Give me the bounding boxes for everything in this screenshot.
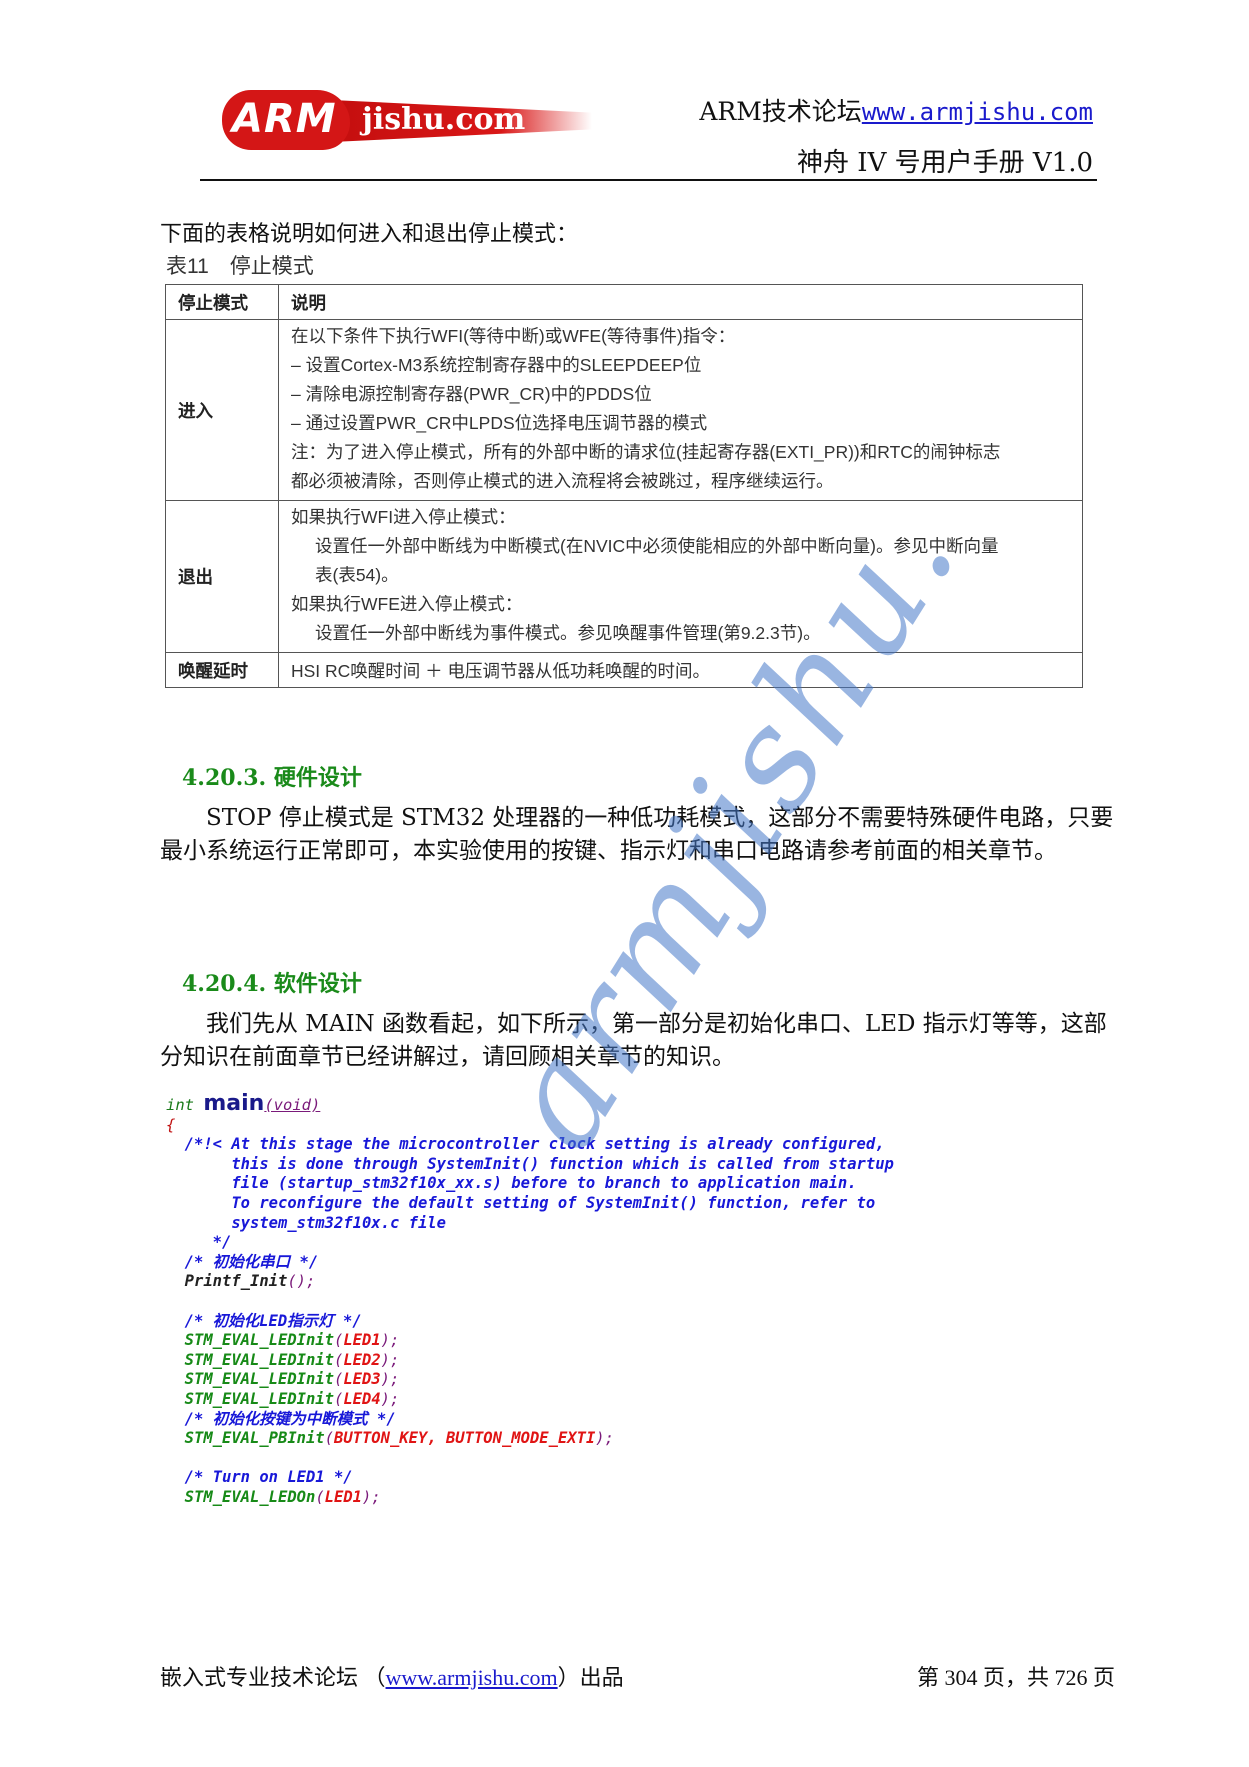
code-led-init: STM_EVAL_LEDInit <box>166 1370 334 1389</box>
code-listing: int main(void) { /*!< At this stage the … <box>166 1091 894 1506</box>
row-line: – 清除电源控制寄存器(PWR_CR)中的PDDS位 <box>291 384 652 404</box>
code-led-arg: LED3 <box>343 1370 381 1389</box>
header-rule <box>200 179 1097 181</box>
table-header-row: 停止模式 说明 <box>165 284 1083 320</box>
row-note: 都必须被清除，否则停止模式的进入流程将会被跳过，程序继续运行。 <box>291 471 834 491</box>
code-printf-args: (); <box>287 1272 316 1291</box>
footer-link[interactable]: www.armjishu.com <box>386 1665 558 1690</box>
forum-link[interactable]: www.armjishu.com <box>862 98 1093 126</box>
intro-text: 下面的表格说明如何进入和退出停止模式： <box>160 222 579 247</box>
row-line: – 通过设置PWR_CR中LPDS位选择电压调节器的模式 <box>291 413 708 433</box>
header-forum: ARM技术论坛www.armjishu.com <box>699 92 1093 128</box>
section-title-software: 4.20.4. 软件设计 <box>182 971 362 997</box>
code-led-init: STM_EVAL_LEDInit <box>166 1331 334 1350</box>
code-func-name: main <box>203 1091 265 1116</box>
armjishu-logo: ARM jishu.com <box>222 86 592 154</box>
row-label: 唤醒延时 <box>165 652 279 688</box>
footer-suffix: ）出品 <box>557 1665 624 1690</box>
code-type: int <box>166 1096 194 1114</box>
row-line: 在以下条件下执行WFI(等待中断)或WFE(等待事件)指令： <box>291 326 736 346</box>
code-printf-init: Printf_Init <box>166 1272 288 1291</box>
code-comment-line: /*!< At this stage the microcontroller c… <box>166 1135 885 1154</box>
code-comment-key: /* 初始化按键为中断模式 */ <box>166 1409 396 1428</box>
table-row-wakeup: 唤醒延时 HSI RC唤醒时间 ＋ 电压调节器从低功耗唤醒的时间。 <box>165 652 1083 688</box>
section-title-hardware: 4.20.3. 硬件设计 <box>182 765 362 791</box>
code-comment-line: system_stm32f10x.c file <box>166 1213 446 1232</box>
code-led-init: STM_EVAL_LEDInit <box>166 1350 334 1369</box>
code-comment-line: this is done through SystemInit() functi… <box>166 1154 894 1173</box>
table-row-enter: 进入 在以下条件下执行WFI(等待中断)或WFE(等待事件)指令： – 设置Co… <box>165 319 1083 501</box>
footer-left: 嵌入式专业技术论坛 （www.armjishu.com）出品 <box>160 1660 624 1692</box>
manual-title: 神舟 IV 号用户手册 V1.0 <box>797 148 1093 178</box>
code-led-on-arg: LED1 <box>324 1487 362 1506</box>
code-comment-turn-on: /* Turn on LED1 */ <box>166 1468 353 1487</box>
code-open-brace: { <box>166 1115 176 1134</box>
code-led-arg: LED1 <box>343 1331 381 1350</box>
code-pb-args: BUTTON_KEY, BUTTON_MODE_EXTI <box>333 1429 596 1448</box>
row-line: – 设置Cortex-M3系统控制寄存器中的SLEEPDEEP位 <box>291 355 702 375</box>
code-led-init: STM_EVAL_LEDInit <box>166 1389 334 1408</box>
row-note: 注：为了进入停止模式，所有的外部中断的请求位(挂起寄存器(EXTI_PR))和R… <box>291 442 1001 462</box>
code-params: (void) <box>264 1096 321 1114</box>
code-comment-line: file (startup_stm32f10x_xx.s) before to … <box>166 1174 857 1193</box>
row-line: HSI RC唤醒时间 ＋ 电压调节器从低功耗唤醒的时间。 <box>278 652 1083 688</box>
code-comment-line: To reconfigure the default setting of Sy… <box>166 1193 876 1212</box>
code-led-on: STM_EVAL_LEDOn <box>166 1487 316 1506</box>
header-cell-mode: 停止模式 <box>165 284 279 320</box>
code-pb-init: STM_EVAL_PBInit <box>166 1429 325 1448</box>
header-cell-desc: 说明 <box>278 284 1083 320</box>
table-caption: 表11 停止模式 <box>166 255 314 278</box>
code-comment-uart: /* 初始化串口 */ <box>166 1252 319 1271</box>
row-label: 退出 <box>165 500 279 653</box>
footer-prefix: 嵌入式专业技术论坛 （ <box>160 1665 386 1690</box>
logo-arm-text: ARM <box>232 96 337 142</box>
row-label: 进入 <box>165 319 279 501</box>
logo-jishu-text: jishu.com <box>362 102 526 137</box>
row-line: 如果执行WFI进入停止模式： <box>291 507 516 527</box>
code-led-arg: LED4 <box>343 1389 381 1408</box>
page-number: 第 304 页，共 726 页 <box>916 1665 1115 1690</box>
code-comment-led: /* 初始化LED指示灯 */ <box>166 1311 362 1330</box>
code-comment-line: */ <box>166 1233 232 1252</box>
forum-label: ARM技术论坛 <box>699 97 862 126</box>
code-led-arg: LED2 <box>343 1350 381 1369</box>
